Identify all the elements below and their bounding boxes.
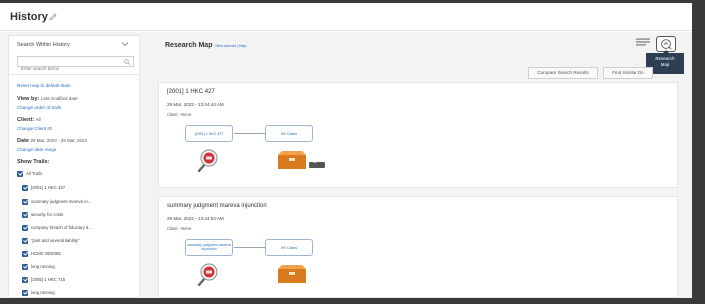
reset-map-link[interactable]: Reset map to default state [17, 83, 71, 88]
map-node-search[interactable]: [2001] 1 HKC 427 [185, 125, 233, 142]
trail-label: long running [31, 264, 55, 269]
cases-box-icon[interactable] [277, 264, 307, 284]
change-date-link[interactable]: Change date range [17, 147, 56, 152]
trail-checkbox[interactable] [22, 251, 28, 257]
trail-checkbox[interactable] [22, 212, 28, 218]
view-by-label-text: View by: [17, 96, 40, 102]
tutorial-help-links[interactable]: View tutorial | Help [215, 44, 247, 48]
show-trails-label: Show Trails: [17, 159, 50, 165]
list-view-icon[interactable] [636, 38, 650, 46]
trail-card[interactable]: [2001] 1 HKC 427 29 Mar, 2023 - 13:44:44… [158, 82, 678, 188]
sidebar-header[interactable]: Search Within History [17, 42, 70, 48]
all-trails-label: All Trails [26, 171, 43, 176]
page-header: History [0, 3, 692, 31]
trail-checkbox[interactable] [22, 185, 28, 191]
compare-search-results-button[interactable]: Compare Search Results [528, 67, 598, 79]
search-within-history-field[interactable] [17, 56, 134, 73]
more-options-icon[interactable] [309, 160, 325, 168]
trail-label: "joint and several liability" [31, 238, 80, 243]
history-sidebar: Search Within History Reset map to defau… [8, 35, 140, 298]
date-label: Date 29 Mar, 2023 - 29 Mar, 2023 [17, 138, 87, 144]
trail-checkbox[interactable] [22, 225, 28, 231]
magnifier-icon[interactable] [197, 148, 219, 172]
trail-label: company breach of fiduciary d... [31, 225, 92, 230]
search-icon[interactable] [124, 59, 130, 65]
view-by-value: Last modified date [40, 96, 78, 101]
change-order-link[interactable]: Change order of trails [17, 105, 61, 110]
map-connector [234, 247, 265, 248]
map-node-source[interactable]: HK Cases [265, 125, 313, 142]
all-trails-checkbox[interactable] [17, 171, 23, 177]
trail-checkbox[interactable] [22, 238, 28, 244]
card-title[interactable]: summary judgment mareva injunction [167, 203, 267, 209]
card-client: Client: -None- [167, 226, 193, 231]
trail-label: long running [31, 290, 55, 295]
trail-label: summary judgment mareva in... [31, 199, 92, 204]
date-label-text: Date [17, 138, 29, 144]
card-client: Client: -None- [167, 112, 193, 117]
date-value: 29 Mar, 2023 - 29 Mar, 2023 [30, 138, 87, 143]
cases-box-icon[interactable] [277, 150, 307, 170]
pencil-icon[interactable] [48, 12, 58, 22]
find-similar-button[interactable]: Find Similar Do [603, 67, 653, 79]
client-label: Client: All [17, 117, 41, 123]
map-node-source[interactable]: HK Cases [265, 239, 313, 256]
chevron-down-icon[interactable] [121, 41, 129, 47]
trail-label: [2001] 1 HKC 427 [31, 185, 66, 190]
trail-label: HCMC 95/2005 [31, 251, 61, 256]
trail-label: security for costs [31, 212, 64, 217]
card-date: 29 Mar, 2023 - 13:44:44 AM [167, 102, 224, 107]
research-map-title: Research Map [165, 42, 213, 49]
page-title: History [10, 11, 48, 23]
sidebar-divider [9, 74, 139, 75]
search-input[interactable] [18, 64, 118, 73]
magnifier-icon[interactable] [197, 262, 219, 286]
trail-checkbox[interactable] [22, 277, 28, 283]
map-connector [234, 133, 265, 134]
trail-checkbox[interactable] [22, 264, 28, 270]
horizontal-scrollbar[interactable] [0, 298, 692, 304]
change-client-link[interactable]: Change Client ID [17, 126, 52, 131]
client-label-text: Client: [17, 117, 35, 123]
trail-label: [2005] 1 HKC 715 [31, 277, 66, 282]
trail-checkbox[interactable] [22, 199, 28, 205]
client-value: All [35, 117, 41, 122]
trail-card[interactable]: summary judgment mareva injunction 29 Ma… [158, 196, 678, 298]
research-map-icon [661, 39, 672, 50]
card-date: 29 Mar, 2023 - 13:44:54 AM [167, 216, 224, 221]
card-title[interactable]: [2001] 1 HKC 427 [167, 89, 215, 95]
vertical-scrollbar[interactable] [692, 3, 705, 304]
view-by-label: View by: Last modified date [17, 96, 78, 102]
trail-checkbox[interactable] [22, 290, 28, 296]
map-node-search[interactable]: summary judgment mareva injunction [185, 239, 233, 256]
